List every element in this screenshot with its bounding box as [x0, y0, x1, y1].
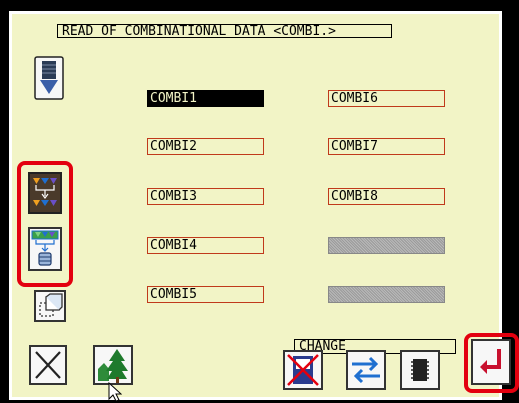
combi-slot-8[interactable]: COMBI8	[328, 188, 445, 205]
swap-arrows-icon	[352, 356, 380, 384]
page-title: READ OF COMBINATIONAL DATA <COMBI.>	[57, 24, 392, 38]
mouse-cursor-icon	[108, 382, 122, 402]
combi-slot-empty-2	[328, 286, 445, 303]
main-panel: READ OF COMBINATIONAL DATA <COMBI.> COMB…	[9, 11, 519, 400]
enter-return-button[interactable]	[471, 339, 511, 385]
forest-image-button[interactable]	[93, 345, 133, 385]
combi-slot-1[interactable]: COMBI1	[147, 90, 264, 107]
combination-read-icon	[31, 230, 59, 266]
enter-return-icon	[480, 349, 501, 374]
screen-frame: READ OF COMBINATIONAL DATA <COMBI.> COMB…	[0, 0, 519, 403]
combination-data-button[interactable]	[28, 172, 62, 214]
combination-data-icon	[30, 174, 60, 212]
combi-slot-7[interactable]: COMBI7	[328, 138, 445, 155]
combi-slot-3[interactable]: COMBI3	[147, 188, 264, 205]
combi-slot-5[interactable]: COMBI5	[147, 286, 264, 303]
combination-read-button[interactable]	[28, 227, 62, 271]
combi-slot-2[interactable]: COMBI2	[147, 138, 264, 155]
combi-slot-empty-1	[328, 237, 445, 254]
no-media-button[interactable]	[283, 350, 323, 390]
combi-slot-4[interactable]: COMBI4	[147, 237, 264, 254]
needle-down-icon	[34, 56, 64, 100]
cancel-button[interactable]	[29, 345, 67, 385]
cancel-x-icon	[35, 351, 61, 379]
copy-layers-button[interactable]	[34, 290, 66, 322]
memory-card-icon	[411, 359, 429, 381]
needle-down-button[interactable]	[34, 56, 64, 100]
no-media-icon	[287, 354, 319, 386]
forest-image-icon	[98, 349, 128, 383]
memory-card-button[interactable]	[400, 350, 440, 390]
combi-slot-6[interactable]: COMBI6	[328, 90, 445, 107]
copy-layers-icon	[39, 293, 63, 317]
swap-arrows-button[interactable]	[346, 350, 386, 390]
